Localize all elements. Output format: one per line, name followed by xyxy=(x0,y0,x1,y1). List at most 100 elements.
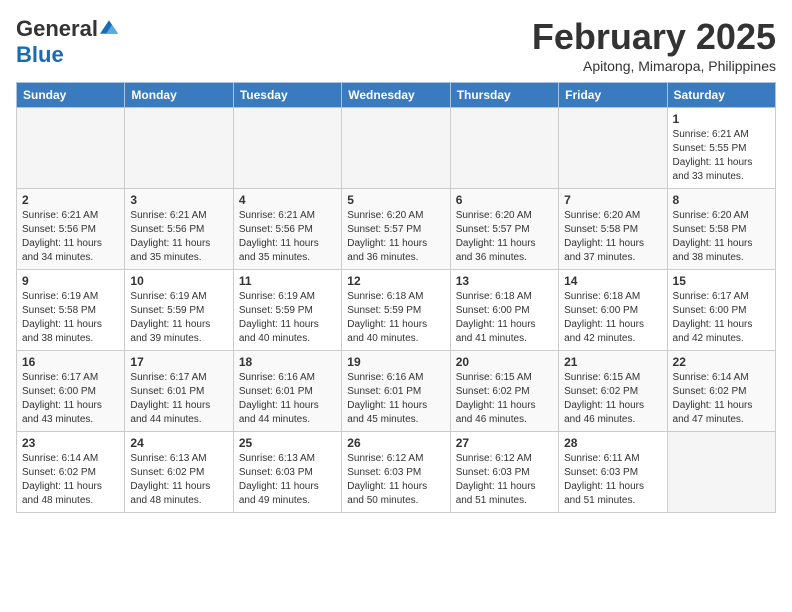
day-cell: 18Sunrise: 6:16 AM Sunset: 6:01 PM Dayli… xyxy=(233,351,341,432)
day-info: Sunrise: 6:20 AM Sunset: 5:58 PM Dayligh… xyxy=(673,209,770,265)
day-number: 9 xyxy=(22,274,119,288)
day-number: 26 xyxy=(347,436,444,450)
logo: General Blue xyxy=(16,16,118,68)
day-number: 8 xyxy=(673,193,770,207)
day-info: Sunrise: 6:18 AM Sunset: 5:59 PM Dayligh… xyxy=(347,290,444,346)
title-section: February 2025 Apitong, Mimaropa, Philipp… xyxy=(532,16,776,74)
logo-icon xyxy=(100,18,118,36)
day-number: 15 xyxy=(673,274,770,288)
month-title: February 2025 xyxy=(532,16,776,58)
day-info: Sunrise: 6:21 AM Sunset: 5:56 PM Dayligh… xyxy=(22,209,119,265)
day-cell: 16 Sunrise: 6:17 AM Sunset: 6:00 PM Dayli… xyxy=(17,351,125,432)
day-info: Sunrise: 6:16 AM Sunset: 6:01 PM Dayligh… xyxy=(239,371,336,427)
day-info: Sunrise: 6:16 AM Sunset: 6:01 PM Dayligh… xyxy=(347,371,444,427)
day-cell: 27 Sunrise: 6:12 AM Sunset: 6:03 PM Dayli… xyxy=(450,432,558,513)
day-number: 10 xyxy=(130,274,227,288)
day-cell: 6 Sunrise: 6:20 AM Sunset: 5:57 PM Daylig… xyxy=(450,189,558,270)
day-number: 25 xyxy=(239,436,336,450)
day-number: 12 xyxy=(347,274,444,288)
day-number: 27 xyxy=(456,436,553,450)
day-cell: 2 Sunrise: 6:21 AM Sunset: 5:56 PM Daylig… xyxy=(17,189,125,270)
weekday-header-thursday: Thursday xyxy=(450,83,558,108)
day-info: Sunrise: 6:17 AM Sunset: 6:00 PM Dayligh… xyxy=(22,371,119,427)
day-info: Sunrise: 6:20 AM Sunset: 5:58 PM Dayligh… xyxy=(564,209,661,265)
day-cell: 7 Sunrise: 6:20 AM Sunset: 5:58 PM Daylig… xyxy=(559,189,667,270)
day-cell xyxy=(667,432,775,513)
day-number: 2 xyxy=(22,193,119,207)
day-info: Sunrise: 6:13 AM Sunset: 6:03 PM Dayligh… xyxy=(239,452,336,508)
day-info: Sunrise: 6:15 AM Sunset: 6:02 PM Dayligh… xyxy=(456,371,553,427)
day-number: 28 xyxy=(564,436,661,450)
day-cell xyxy=(233,108,341,189)
day-cell: 22 Sunrise: 6:14 AM Sunset: 6:02 PM Dayli… xyxy=(667,351,775,432)
day-cell: 17Sunrise: 6:17 AM Sunset: 6:01 PM Dayli… xyxy=(125,351,233,432)
day-cell: 19 Sunrise: 6:16 AM Sunset: 6:01 PM Dayli… xyxy=(342,351,450,432)
day-info: Sunrise: 6:17 AM Sunset: 6:00 PM Dayligh… xyxy=(673,290,770,346)
day-cell: 21 Sunrise: 6:15 AM Sunset: 6:02 PM Dayli… xyxy=(559,351,667,432)
day-cell: 26Sunrise: 6:12 AM Sunset: 6:03 PM Dayli… xyxy=(342,432,450,513)
day-number: 16 xyxy=(22,355,119,369)
day-info: Sunrise: 6:11 AM Sunset: 6:03 PM Dayligh… xyxy=(564,452,661,508)
day-cell: 15 Sunrise: 6:17 AM Sunset: 6:00 PM Dayli… xyxy=(667,270,775,351)
week-row-5: 23Sunrise: 6:14 AM Sunset: 6:02 PM Dayli… xyxy=(17,432,776,513)
day-info: Sunrise: 6:17 AM Sunset: 6:01 PM Dayligh… xyxy=(130,371,227,427)
day-info: Sunrise: 6:21 AM Sunset: 5:56 PM Dayligh… xyxy=(130,209,227,265)
week-row-1: 1 Sunrise: 6:21 AM Sunset: 5:55 PM Daylig… xyxy=(17,108,776,189)
logo-general: General xyxy=(16,16,98,42)
day-info: Sunrise: 6:18 AM Sunset: 6:00 PM Dayligh… xyxy=(456,290,553,346)
day-info: Sunrise: 6:21 AM Sunset: 5:55 PM Dayligh… xyxy=(673,128,770,184)
day-cell: 9 Sunrise: 6:19 AM Sunset: 5:58 PM Daylig… xyxy=(17,270,125,351)
day-number: 21 xyxy=(564,355,661,369)
weekday-header-tuesday: Tuesday xyxy=(233,83,341,108)
day-info: Sunrise: 6:19 AM Sunset: 5:59 PM Dayligh… xyxy=(130,290,227,346)
day-cell: 12 Sunrise: 6:18 AM Sunset: 5:59 PM Dayli… xyxy=(342,270,450,351)
day-cell: 11Sunrise: 6:19 AM Sunset: 5:59 PM Dayli… xyxy=(233,270,341,351)
day-info: Sunrise: 6:14 AM Sunset: 6:02 PM Dayligh… xyxy=(673,371,770,427)
weekday-header-sunday: Sunday xyxy=(17,83,125,108)
week-row-3: 9 Sunrise: 6:19 AM Sunset: 5:58 PM Daylig… xyxy=(17,270,776,351)
day-info: Sunrise: 6:21 AM Sunset: 5:56 PM Dayligh… xyxy=(239,209,336,265)
day-cell xyxy=(342,108,450,189)
day-info: Sunrise: 6:15 AM Sunset: 6:02 PM Dayligh… xyxy=(564,371,661,427)
day-number: 22 xyxy=(673,355,770,369)
page-header: General Blue February 2025 Apitong, Mima… xyxy=(16,16,776,74)
day-number: 7 xyxy=(564,193,661,207)
day-cell: 13Sunrise: 6:18 AM Sunset: 6:00 PM Dayli… xyxy=(450,270,558,351)
day-cell xyxy=(559,108,667,189)
day-info: Sunrise: 6:18 AM Sunset: 6:00 PM Dayligh… xyxy=(564,290,661,346)
weekday-header-saturday: Saturday xyxy=(667,83,775,108)
weekday-header-monday: Monday xyxy=(125,83,233,108)
day-cell: 20 Sunrise: 6:15 AM Sunset: 6:02 PM Dayli… xyxy=(450,351,558,432)
day-number: 20 xyxy=(456,355,553,369)
calendar: SundayMondayTuesdayWednesdayThursdayFrid… xyxy=(16,82,776,513)
day-number: 23 xyxy=(22,436,119,450)
day-number: 24 xyxy=(130,436,227,450)
day-cell: 8 Sunrise: 6:20 AM Sunset: 5:58 PM Daylig… xyxy=(667,189,775,270)
day-info: Sunrise: 6:20 AM Sunset: 5:57 PM Dayligh… xyxy=(456,209,553,265)
week-row-2: 2 Sunrise: 6:21 AM Sunset: 5:56 PM Daylig… xyxy=(17,189,776,270)
day-cell: 10 Sunrise: 6:19 AM Sunset: 5:59 PM Dayli… xyxy=(125,270,233,351)
day-info: Sunrise: 6:12 AM Sunset: 6:03 PM Dayligh… xyxy=(456,452,553,508)
day-cell: 1 Sunrise: 6:21 AM Sunset: 5:55 PM Daylig… xyxy=(667,108,775,189)
day-cell: 5 Sunrise: 6:20 AM Sunset: 5:57 PM Daylig… xyxy=(342,189,450,270)
day-cell: 23Sunrise: 6:14 AM Sunset: 6:02 PM Dayli… xyxy=(17,432,125,513)
day-number: 11 xyxy=(239,274,336,288)
day-number: 6 xyxy=(456,193,553,207)
location: Apitong, Mimaropa, Philippines xyxy=(532,58,776,74)
day-number: 4 xyxy=(239,193,336,207)
day-number: 5 xyxy=(347,193,444,207)
day-cell xyxy=(450,108,558,189)
day-cell xyxy=(125,108,233,189)
day-cell: 3 Sunrise: 6:21 AM Sunset: 5:56 PM Daylig… xyxy=(125,189,233,270)
day-number: 14 xyxy=(564,274,661,288)
day-info: Sunrise: 6:13 AM Sunset: 6:02 PM Dayligh… xyxy=(130,452,227,508)
day-number: 19 xyxy=(347,355,444,369)
day-info: Sunrise: 6:20 AM Sunset: 5:57 PM Dayligh… xyxy=(347,209,444,265)
week-row-4: 16 Sunrise: 6:17 AM Sunset: 6:00 PM Dayli… xyxy=(17,351,776,432)
day-number: 3 xyxy=(130,193,227,207)
weekday-header-friday: Friday xyxy=(559,83,667,108)
day-cell: 25 Sunrise: 6:13 AM Sunset: 6:03 PM Dayli… xyxy=(233,432,341,513)
day-cell: 24 Sunrise: 6:13 AM Sunset: 6:02 PM Dayli… xyxy=(125,432,233,513)
day-number: 1 xyxy=(673,112,770,126)
day-info: Sunrise: 6:19 AM Sunset: 5:58 PM Dayligh… xyxy=(22,290,119,346)
